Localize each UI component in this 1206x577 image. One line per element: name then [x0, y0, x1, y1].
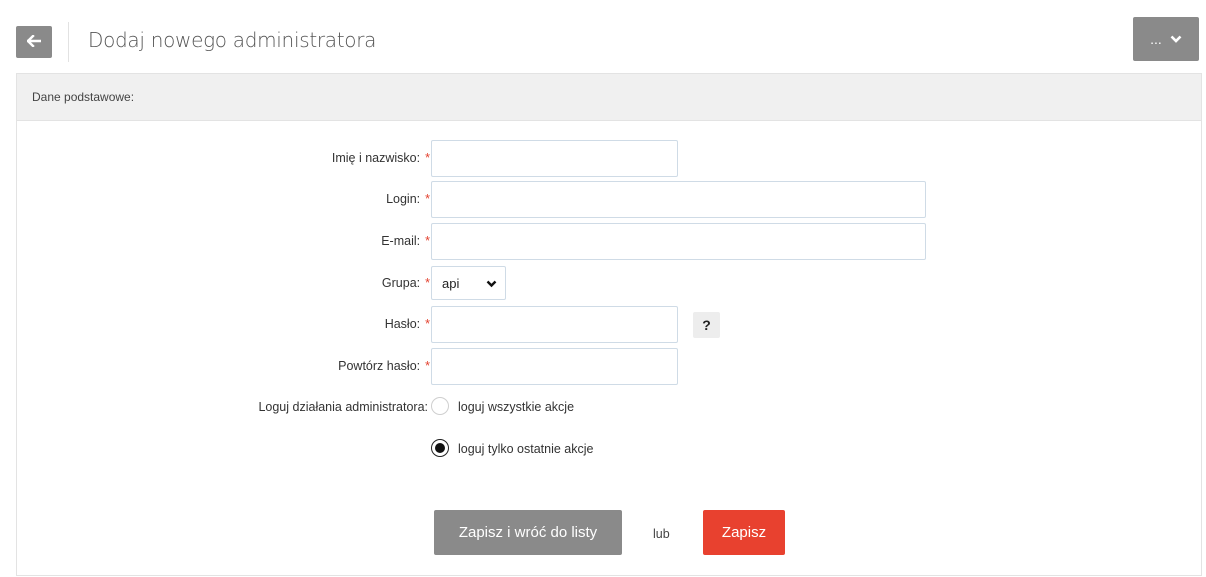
name-input[interactable]: [431, 140, 678, 177]
email-input[interactable]: [431, 223, 926, 260]
password-help-button[interactable]: ?: [693, 312, 720, 338]
save-button[interactable]: Zapisz: [703, 510, 785, 555]
login-label: Login: *: [386, 192, 430, 206]
required-mark: *: [425, 359, 430, 373]
repeat-password-input[interactable]: [431, 348, 678, 385]
back-button[interactable]: [16, 26, 52, 58]
required-mark: *: [425, 234, 430, 248]
repeat-password-label: Powtórz hasło: *: [338, 359, 430, 373]
log-all-label[interactable]: loguj wszystkie akcje: [458, 400, 574, 414]
header-divider: [68, 22, 69, 62]
arrow-left-icon: [26, 33, 42, 50]
email-label: E-mail: *: [381, 234, 430, 248]
more-label: ...: [1150, 31, 1162, 47]
name-label: Imię i nazwisko: *: [331, 151, 430, 165]
chevron-down-icon: [1170, 31, 1182, 47]
group-select[interactable]: api: [431, 266, 506, 300]
log-recent-radio[interactable]: [431, 439, 449, 457]
basic-data-panel: Dane podstawowe: Imię i nazwisko: * Login…: [16, 73, 1202, 576]
page-title: Dodaj nowego administratora: [88, 28, 377, 52]
section-title: Dane podstawowe:: [32, 90, 135, 104]
required-mark: *: [425, 192, 430, 206]
password-label: Hasło: *: [384, 317, 430, 331]
required-mark: *: [425, 276, 430, 290]
required-mark: *: [425, 151, 430, 165]
password-input[interactable]: [431, 306, 678, 343]
page-header: Dodaj nowego administratora ...: [0, 0, 1206, 73]
chevron-down-icon: [486, 276, 497, 291]
group-selected-value: api: [442, 275, 460, 291]
section-header: Dane podstawowe:: [17, 74, 1201, 121]
login-input[interactable]: [431, 181, 926, 218]
save-and-return-button[interactable]: Zapisz i wróć do listy: [434, 510, 622, 555]
or-text: lub: [653, 527, 670, 541]
required-mark: *: [425, 317, 430, 331]
group-label: Grupa: *: [381, 276, 430, 290]
more-actions-button[interactable]: ...: [1133, 17, 1199, 61]
log-recent-label[interactable]: loguj tylko ostatnie akcje: [458, 442, 594, 456]
log-all-radio[interactable]: [431, 397, 449, 415]
log-label: Loguj działania administratora:: [258, 400, 428, 414]
